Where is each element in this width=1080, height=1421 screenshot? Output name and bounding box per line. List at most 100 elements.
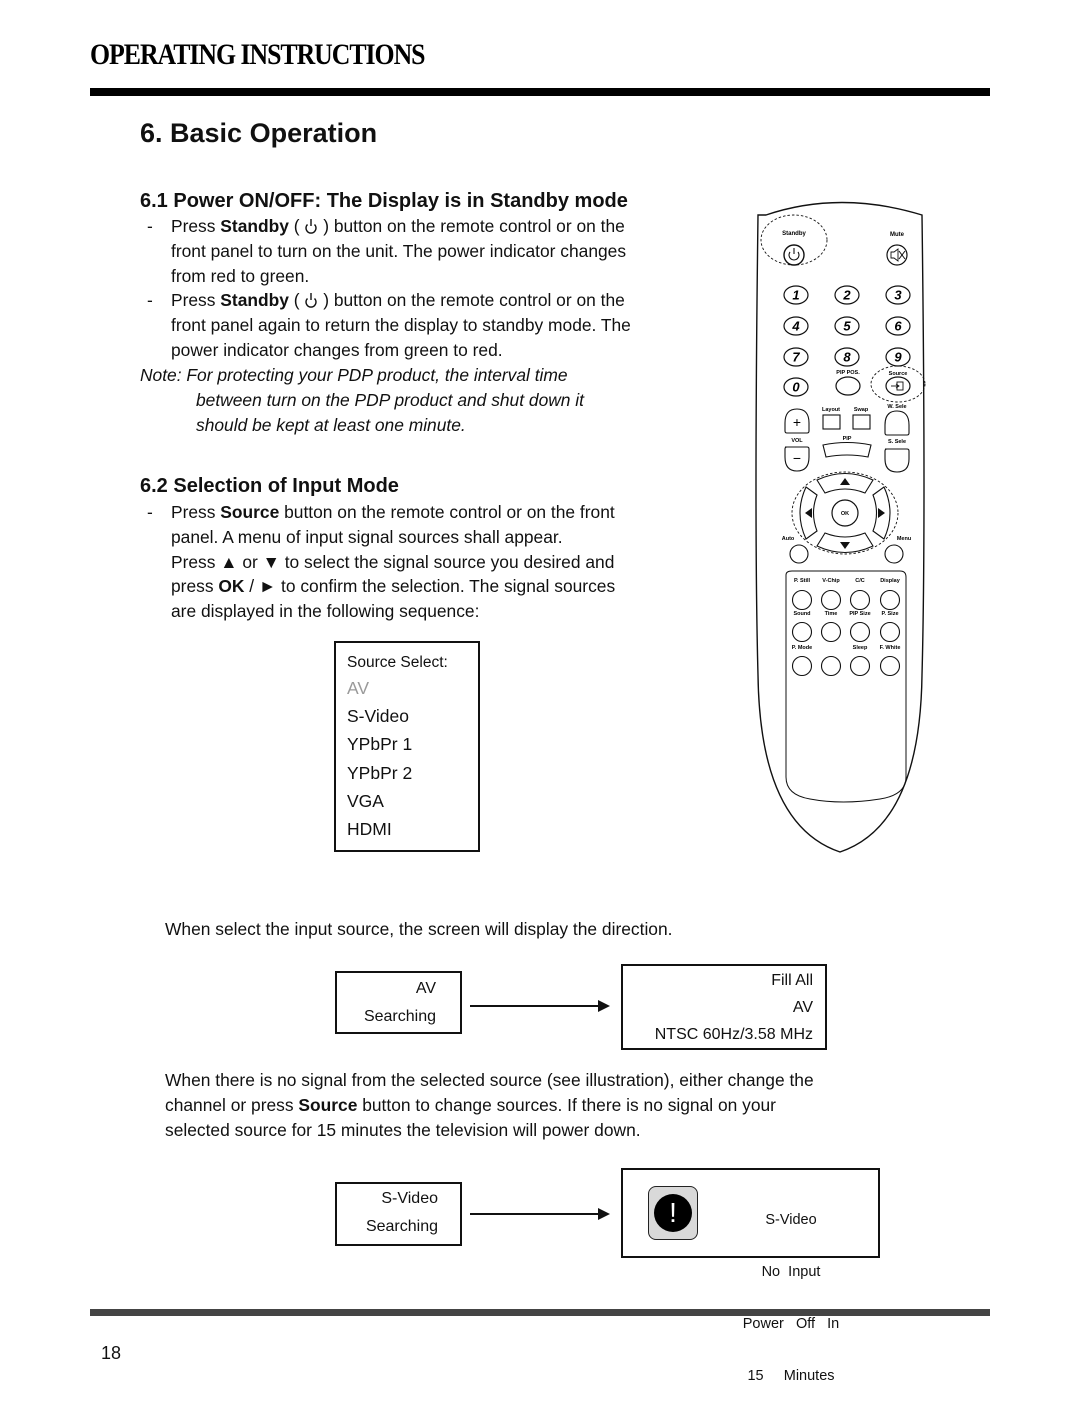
digit-7-button[interactable]: 7 (783, 347, 809, 367)
section-title: 6. Basic Operation (140, 118, 378, 148)
blank-button[interactable] (820, 655, 842, 677)
digit-2-button[interactable]: 2 (834, 285, 860, 305)
minus-icon: − (793, 450, 801, 466)
s-sele-button[interactable] (884, 448, 910, 473)
osd-svideo-searching: S-Video Searching (335, 1182, 462, 1246)
text: / (244, 576, 259, 597)
digit-9-button[interactable]: 9 (885, 347, 911, 367)
remote-control: Standby Mute 1 2 34 5 67 8 90 PIP POS. Source … (755, 201, 926, 853)
digit-label: 7 (792, 350, 800, 365)
arrow-icon (470, 1208, 610, 1220)
text: to confirm the selection. The signal sou… (276, 576, 616, 597)
p-size-button[interactable] (879, 621, 901, 643)
bullet-dash: - (147, 502, 153, 522)
source-keyword: Source (220, 502, 280, 522)
text: or (237, 551, 263, 572)
osd-minutes: 15 Minutes (747, 1368, 835, 1385)
text: ) button on the remote control or on the (318, 290, 625, 310)
v-chip-button[interactable] (820, 589, 842, 611)
subsection-title-input: 6.2 Selection of Input Mode (140, 475, 399, 497)
warning-icon: ! (648, 1186, 698, 1240)
auto-label: Auto (782, 536, 795, 542)
digit-5-button[interactable]: 5 (834, 316, 860, 336)
source-keyword: Source (298, 1094, 358, 1115)
source-option-ypbpr2[interactable]: YPbPr 2 (347, 759, 478, 787)
bullet-source: - Press Source button on the remote cont… (147, 500, 707, 630)
power-icon (304, 216, 318, 234)
source-select-title: Source Select: (347, 654, 448, 671)
vol-label: VOL (791, 438, 803, 444)
text: from red to green. (171, 265, 310, 286)
layout-button[interactable] (822, 414, 841, 430)
p-still-button[interactable] (791, 589, 813, 611)
digit-3-button[interactable]: 3 (885, 285, 911, 305)
pip-button[interactable] (822, 441, 872, 458)
function-label: V-Chip (822, 578, 840, 584)
source-option-hdmi[interactable]: HDMI (347, 815, 478, 843)
sound-button[interactable] (791, 621, 813, 643)
text: panel. A menu of input signal sources sh… (171, 526, 563, 547)
standby-label: Standby (782, 231, 806, 237)
digit-label: 4 (791, 319, 800, 334)
digit-label: 9 (894, 350, 902, 365)
pip-pos-label: PIP POS. (836, 370, 860, 376)
source-label: Source (889, 371, 908, 377)
note-label: Note: (140, 365, 182, 385)
pip-pos-button[interactable] (835, 376, 861, 396)
digit-0-button[interactable]: 0 (783, 377, 809, 397)
function-label: Time (825, 611, 838, 617)
menu-button[interactable] (884, 544, 904, 564)
osd-status: No Input (761, 1264, 821, 1281)
standby-button[interactable] (783, 244, 805, 266)
function-label: Display (880, 578, 901, 584)
pip-size-button[interactable] (849, 621, 871, 643)
text: Press (171, 502, 221, 522)
bullet-standby-off: - Press Standby ( ) button on the remote… (147, 288, 707, 363)
text: Press (171, 551, 221, 572)
auto-button[interactable] (789, 544, 809, 564)
bullet-dash: - (147, 216, 153, 236)
time-button[interactable] (820, 621, 842, 643)
source-option-vga[interactable]: VGA (347, 787, 478, 815)
function-label: C/C (855, 578, 865, 584)
sleep-button[interactable] (849, 655, 871, 677)
mute-button[interactable] (886, 244, 908, 266)
osd-no-input: ! S-Video No Input Power Off In 15 Minut… (621, 1168, 880, 1384)
source-button[interactable] (885, 376, 911, 396)
text: ) button on the remote control or on the (318, 216, 625, 236)
mute-label: Mute (890, 232, 905, 238)
text: When there is no signal from the selecte… (165, 1070, 814, 1090)
p-mode-button[interactable] (791, 655, 813, 677)
header-rule (90, 88, 990, 96)
digit-label: 1 (792, 288, 799, 303)
text: ( (288, 290, 305, 310)
s-sele-label: S. Sele (888, 439, 906, 445)
text: channel or press (165, 1094, 299, 1115)
note-line: For protecting your PDP product, the int… (186, 365, 568, 385)
display-button[interactable] (879, 589, 901, 611)
w-sele-label: W. Sele (887, 404, 906, 410)
arrow-icon (470, 1000, 610, 1012)
digit-8-button[interactable]: 8 (834, 347, 860, 367)
text: to select the signal source you desired … (279, 551, 615, 572)
digit-4-button[interactable]: 4 (783, 316, 809, 336)
w-sele-button[interactable] (884, 410, 910, 436)
digit-label: 8 (843, 350, 851, 365)
digit-6-button[interactable]: 6 (885, 316, 911, 336)
digit-1-button[interactable]: 1 (783, 285, 809, 305)
swap-button[interactable] (852, 414, 871, 430)
f-white-button[interactable] (879, 655, 901, 677)
c-c-button[interactable] (849, 589, 871, 611)
osd-source: AV (415, 980, 436, 997)
osd-source: S-Video (765, 1211, 817, 1228)
osd-av-info: Fill All AV NTSC 60Hz/3.58 MHz (621, 964, 827, 1050)
source-option-av[interactable]: AV (347, 674, 478, 702)
source-option-ypbpr1[interactable]: YPbPr 1 (347, 730, 478, 758)
source-option-svideo[interactable]: S-Video (347, 702, 478, 730)
warning-glyph: ! (654, 1194, 692, 1232)
source-select-menu: Source Select: AV S-Video YPbPr 1 YPbPr … (334, 641, 480, 852)
osd-signal: NTSC 60Hz/3.58 MHz (654, 1026, 813, 1043)
text: power indicator changes from green to re… (171, 339, 503, 360)
digit-label: 5 (843, 319, 851, 334)
up-arrow-icon: ▲ (220, 551, 238, 572)
